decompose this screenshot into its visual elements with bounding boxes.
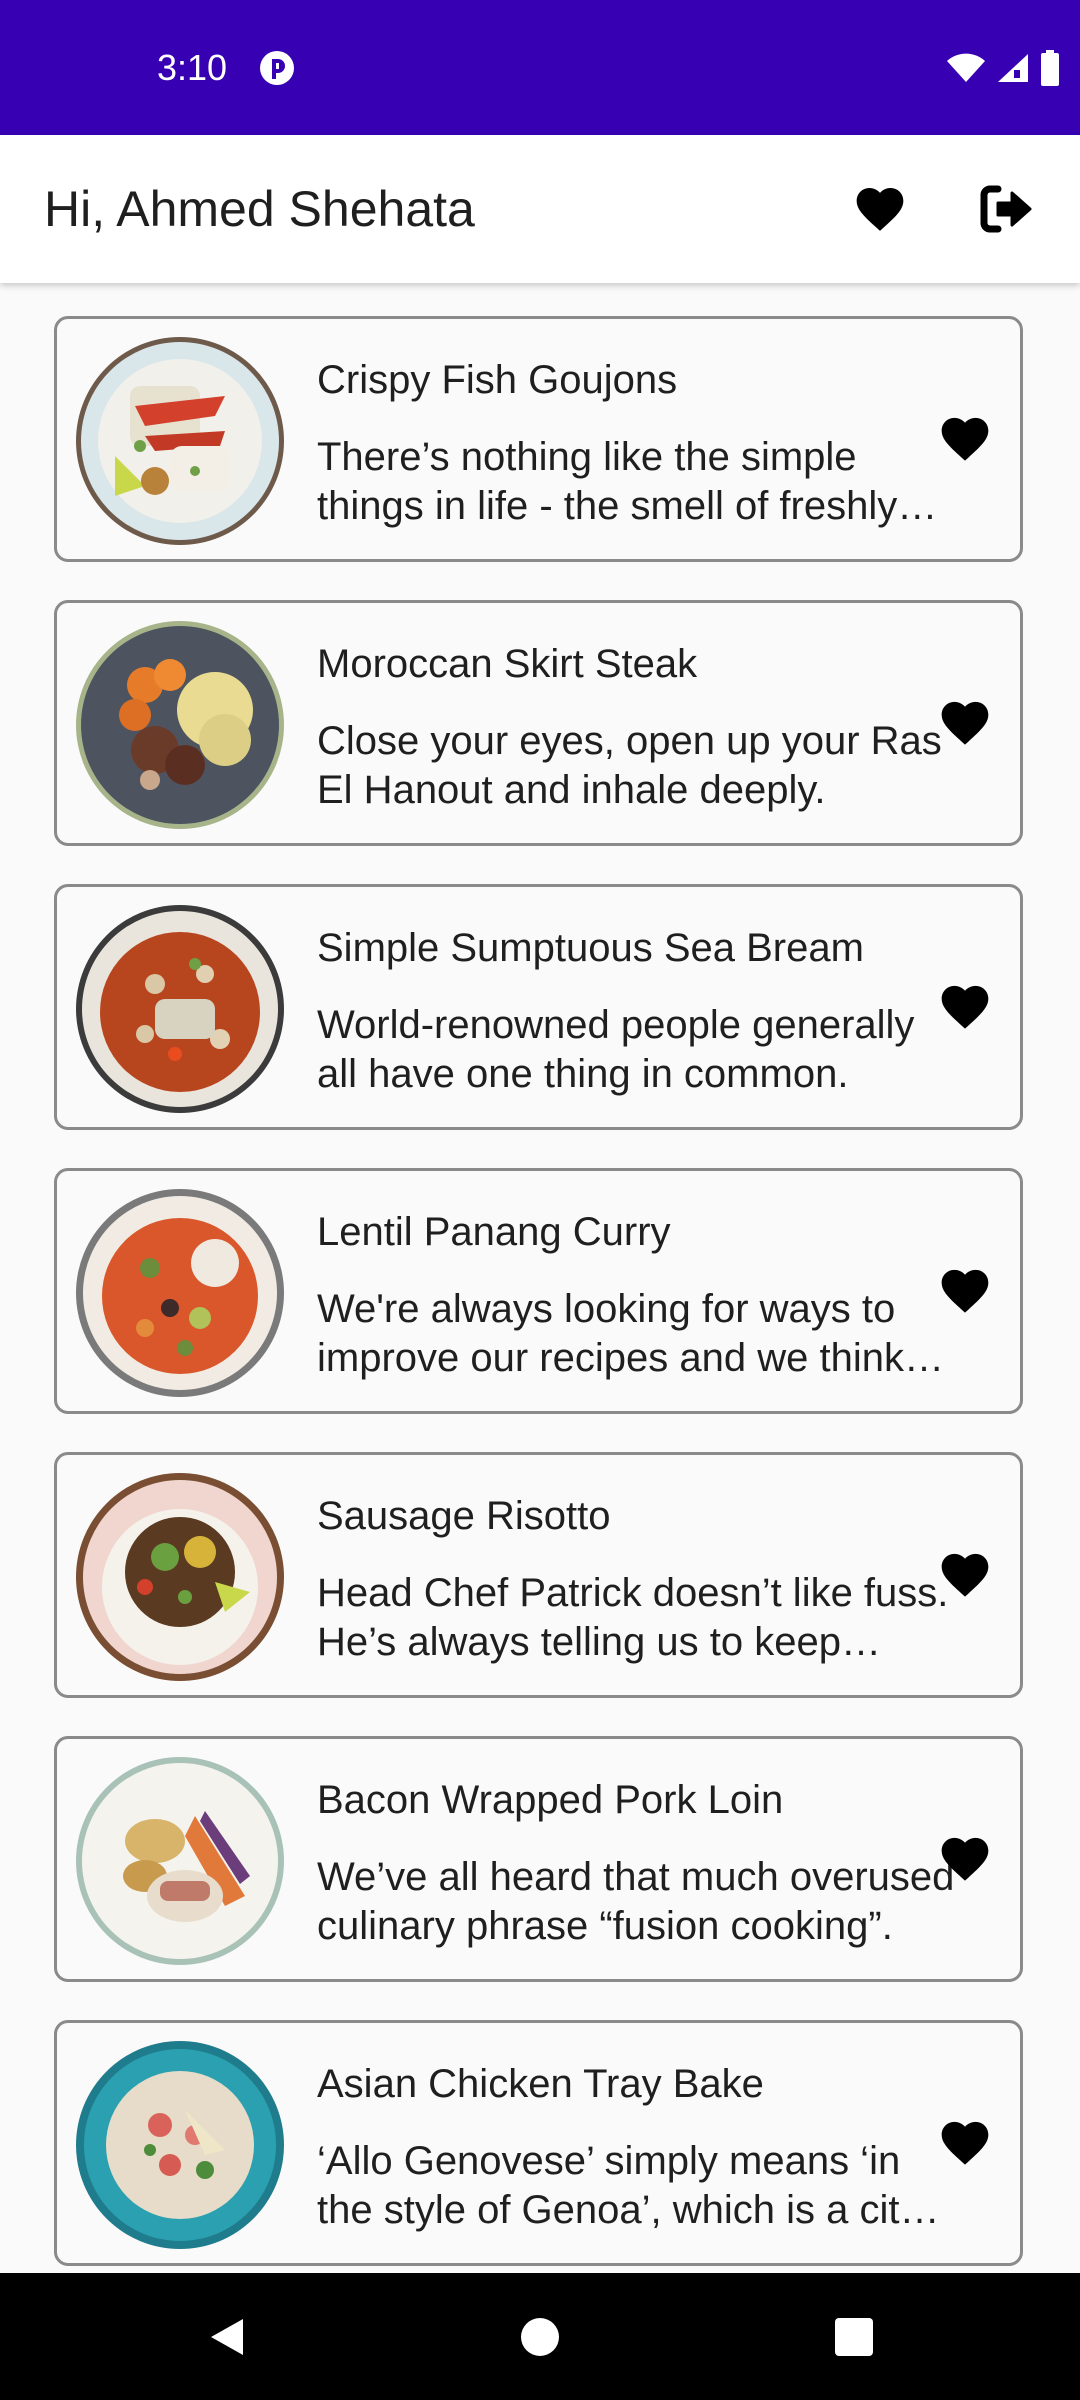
meal-description: There’s nothing like the simple things i…: [317, 435, 898, 528]
wifi-icon: [947, 53, 985, 82]
meal-image: [76, 1189, 284, 1397]
favorite-heart-icon[interactable]: [937, 1550, 993, 1602]
system-nav-bar: [0, 2273, 1080, 2400]
meal-card[interactable]: Bacon Wrapped Pork Loin We’ve all heard …: [54, 1736, 1023, 1982]
greeting-title: Hi, Ahmed Shehata: [44, 181, 475, 237]
recents-icon[interactable]: [830, 2313, 878, 2361]
meal-title: Simple Sumptuous Sea Bream: [317, 926, 864, 970]
meal-description: We're always looking for ways to improve…: [317, 1287, 904, 1380]
meal-image: [76, 2041, 284, 2249]
meal-image: [76, 337, 284, 545]
meal-description: Head Chef Patrick doesn’t like fuss. He’…: [317, 1571, 949, 1664]
meal-card[interactable]: Crispy Fish Goujons There’s nothing like…: [54, 316, 1023, 562]
status-bar: 3:10: [0, 0, 1080, 135]
favorite-heart-icon[interactable]: [937, 2118, 993, 2170]
meal-title: Bacon Wrapped Pork Loin: [317, 1778, 784, 1822]
app-notification-icon: [260, 51, 294, 85]
favorite-heart-icon[interactable]: [937, 698, 993, 750]
meal-image: [76, 905, 284, 1113]
favorite-heart-icon[interactable]: [937, 982, 993, 1034]
favorite-heart-icon[interactable]: [937, 1266, 993, 1318]
home-icon[interactable]: [516, 2313, 564, 2361]
meal-card[interactable]: Asian Chicken Tray Bake ‘Allo Genovese’ …: [54, 2020, 1023, 2266]
meal-title: Sausage Risotto: [317, 1494, 611, 1538]
favorite-heart-icon[interactable]: [937, 1834, 993, 1886]
meal-card[interactable]: Sausage Risotto Head Chef Patrick doesn’…: [54, 1452, 1023, 1698]
meal-description: ‘Allo Genovese’ simply means ‘in the sty…: [317, 2139, 920, 2232]
favorites-heart-icon[interactable]: [852, 181, 908, 237]
battery-icon: [1041, 50, 1059, 86]
status-time: 3:10: [157, 47, 228, 88]
status-icons: [946, 50, 1060, 86]
meal-title: Asian Chicken Tray Bake: [317, 2062, 764, 2106]
meal-title: Moroccan Skirt Steak: [317, 642, 698, 686]
cell-signal-icon: [998, 54, 1028, 82]
meal-description: We’ve all heard that much overused culin…: [317, 1855, 955, 1948]
meal-card[interactable]: Moroccan Skirt Steak Close your eyes, op…: [54, 600, 1023, 846]
meal-image: [76, 621, 284, 829]
favorite-heart-icon[interactable]: [937, 414, 993, 466]
meal-list[interactable]: Crispy Fish Goujons There’s nothing like…: [0, 283, 1080, 2273]
meal-title: Lentil Panang Curry: [317, 1210, 671, 1254]
meal-title: Crispy Fish Goujons: [317, 358, 678, 402]
meal-image: [76, 1473, 284, 1681]
meal-image: [76, 1757, 284, 1965]
meal-description: Close your eyes, open up your Ras El Han…: [317, 719, 942, 812]
logout-icon[interactable]: [976, 179, 1036, 239]
meal-card[interactable]: Simple Sumptuous Sea Bream World-renowne…: [54, 884, 1023, 1130]
back-icon[interactable]: [203, 2313, 251, 2361]
meal-card[interactable]: Lentil Panang Curry We're always looking…: [54, 1168, 1023, 1414]
app-bar: Hi, Ahmed Shehata: [0, 135, 1080, 283]
meal-description: World-renowned people generally all have…: [317, 1003, 915, 1096]
